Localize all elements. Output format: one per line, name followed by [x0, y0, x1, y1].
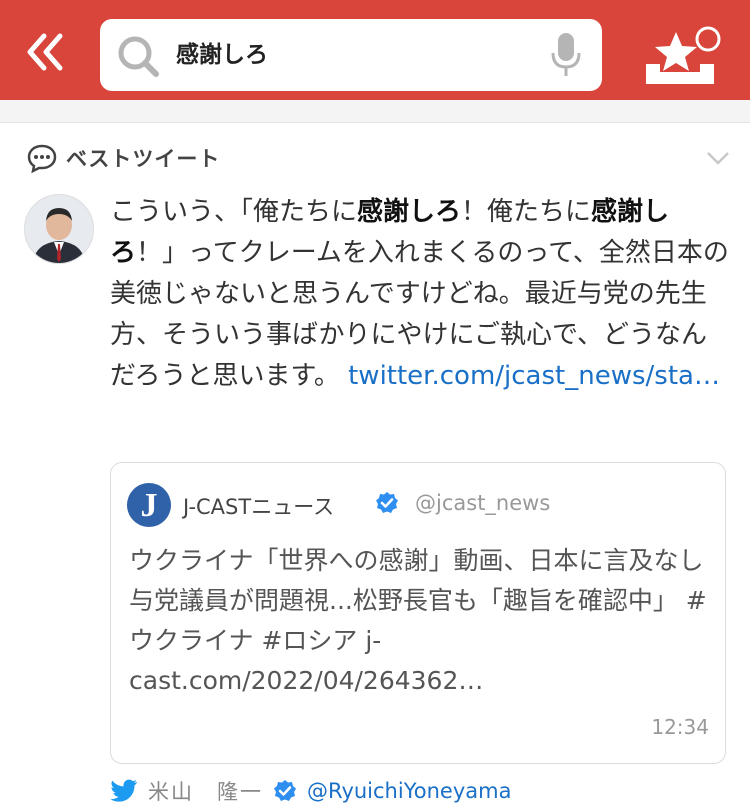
search-input[interactable]: 感謝しろ: [100, 19, 602, 91]
tweet-author-name[interactable]: 米山 隆一: [148, 776, 263, 806]
avatar[interactable]: [24, 194, 94, 264]
double-chevron-left-icon: [27, 33, 63, 71]
quote-text: ウクライナ「世界への感謝」動画、日本に言及なし 与党議員が問題視...松野長官も…: [129, 546, 729, 695]
app-header: 感謝しろ: [0, 0, 750, 100]
tweet-text: こういう、「俺たちに感謝しろ！俺たちに感謝しろ！」ってクレームを入れまくるのって…: [110, 192, 730, 397]
tweet-link[interactable]: twitter.com/jcast_news/sta…: [348, 361, 720, 391]
quote-timestamp: 12:34: [651, 715, 709, 739]
search-icon: [118, 36, 159, 77]
tweet-text-part: こういう、「俺たちに: [110, 197, 358, 227]
verified-badge-icon: [274, 780, 296, 801]
tweet-author-row: 米山 隆一 @RyuichiYoneyama: [110, 776, 511, 806]
speech-bubble-icon: [27, 144, 57, 173]
twitter-bird-icon: [110, 779, 137, 802]
tweet-author-handle[interactable]: @RyuichiYoneyama: [307, 779, 511, 803]
header-divider: [0, 100, 750, 123]
section-header: ベストツイート: [26, 140, 220, 176]
microphone-icon[interactable]: [548, 31, 584, 79]
author-photo: [25, 195, 93, 263]
quote-author-name: J-CASTニュース: [183, 495, 335, 519]
favorites-button[interactable]: [638, 24, 722, 90]
chevron-down-icon[interactable]: [704, 148, 732, 168]
quote-author-handle[interactable]: @jcast_news: [415, 491, 550, 515]
tweet-text-part: ！俺たちに: [461, 197, 592, 227]
favorite-star-tray-icon: [646, 26, 721, 84]
quoted-tweet-card[interactable]: J J-CASTニュース @jcast_news ウクライナ「世界への感謝」動画…: [110, 462, 729, 764]
back-button[interactable]: [22, 30, 70, 74]
jcast-logo: J: [127, 483, 171, 527]
verified-badge-icon: [376, 492, 398, 513]
section-title: ベストツイート: [66, 147, 221, 171]
search-query: 感謝しろ: [176, 42, 268, 68]
tweet-highlight: 感謝しろ: [357, 197, 462, 227]
